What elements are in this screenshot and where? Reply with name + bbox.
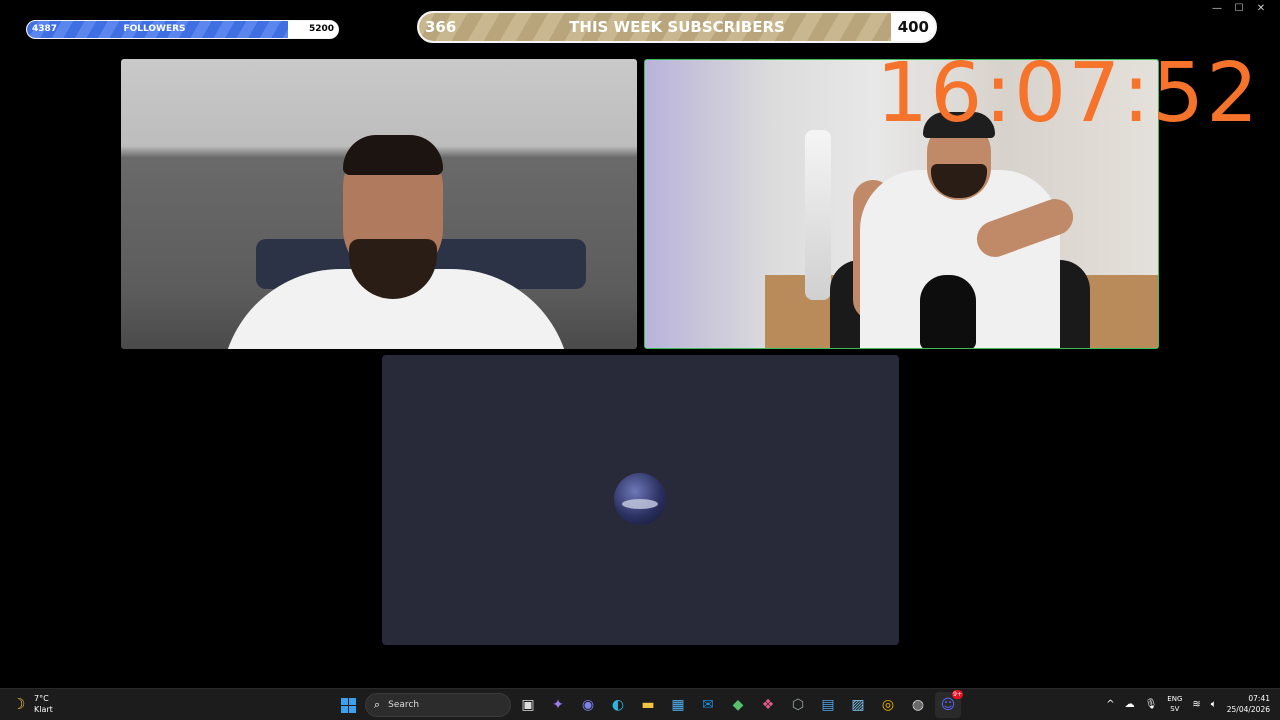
subscribers-goal-bar: THIS WEEK SUBSCRIBERS 366 400 bbox=[417, 11, 937, 43]
outlook-icon[interactable]: ✉ bbox=[695, 692, 721, 718]
gallery-icon[interactable]: ▨ bbox=[845, 692, 871, 718]
subscribers-goal: 400 bbox=[897, 18, 929, 36]
chrome-icon[interactable]: ◎ bbox=[875, 692, 901, 718]
photos-icon[interactable]: ▤ bbox=[815, 692, 841, 718]
chevron-up-icon[interactable]: ^ bbox=[1106, 699, 1114, 710]
edge-icon[interactable]: ◐ bbox=[605, 692, 631, 718]
avatar-orb-icon bbox=[614, 473, 666, 525]
wifi-icon[interactable]: ≋ bbox=[1192, 699, 1200, 710]
followers-goal: 5200 bbox=[308, 24, 334, 34]
stream-clock: 16:07:52 bbox=[876, 46, 1261, 141]
video-tile-bottom-camera-off[interactable] bbox=[382, 355, 899, 645]
m365-icon[interactable]: ❖ bbox=[755, 692, 781, 718]
discord-icon[interactable]: ☺ 9+ bbox=[935, 690, 963, 718]
teams-icon[interactable]: ◉ bbox=[575, 692, 601, 718]
participant-hair bbox=[343, 135, 443, 175]
store-icon[interactable]: ▦ bbox=[665, 692, 691, 718]
weather-widget[interactable]: ☽ 7°C Klart bbox=[12, 693, 53, 715]
cube-app-icon[interactable]: ⬡ bbox=[785, 692, 811, 718]
minimize-button[interactable]: — bbox=[1206, 2, 1228, 16]
language-indicator[interactable]: ENG SV bbox=[1167, 694, 1182, 714]
microphone-icon[interactable]: 🎙︎ bbox=[1145, 699, 1158, 710]
obs-icon[interactable]: ◍ bbox=[905, 692, 931, 718]
window-controls: — ☐ ✕ bbox=[1206, 2, 1272, 16]
vpn-shield-icon[interactable]: ◆ bbox=[725, 692, 751, 718]
task-view-icon[interactable]: ▣ bbox=[515, 692, 541, 718]
vacuum-cleaner bbox=[805, 130, 831, 300]
discord-badge: 9+ bbox=[952, 690, 963, 699]
language-bottom: SV bbox=[1170, 705, 1180, 713]
onedrive-cloud-icon[interactable]: ☁ bbox=[1125, 699, 1135, 710]
subscribers-label: THIS WEEK SUBSCRIBERS bbox=[569, 18, 785, 36]
start-button[interactable] bbox=[335, 692, 361, 718]
system-tray: ^ ☁ 🎙︎ ENG SV ≋ 🔈︎ 07:41 25/04/2026 bbox=[1106, 693, 1270, 715]
taskbar-apps: ⌕ Search ▣ ✦ ◉ ◐ ▬ ▦ ✉ ◆ ❖ ⬡ ▤ ▨ ◎ ◍ ☺ 9+ bbox=[335, 690, 963, 718]
windows-logo-icon bbox=[340, 697, 356, 713]
followers-label: FOLLOWERS bbox=[123, 24, 186, 34]
taskbar-date: 25/04/2026 bbox=[1226, 705, 1270, 714]
copilot-icon[interactable]: ✦ bbox=[545, 692, 571, 718]
moon-icon: ☽ bbox=[12, 695, 26, 713]
subscribers-current: 366 bbox=[425, 18, 457, 36]
search-box[interactable]: ⌕ Search bbox=[365, 693, 511, 717]
microphone bbox=[920, 275, 976, 348]
search-icon: ⌕ bbox=[374, 698, 381, 711]
search-placeholder: Search bbox=[388, 700, 420, 710]
file-explorer-icon[interactable]: ▬ bbox=[635, 692, 661, 718]
volume-icon[interactable]: 🔈︎ bbox=[1211, 699, 1217, 710]
video-tile-left[interactable] bbox=[121, 59, 637, 349]
taskbar-time: 07:41 bbox=[1248, 694, 1270, 703]
close-button[interactable]: ✕ bbox=[1250, 2, 1272, 16]
followers-goal-bar: 4387 FOLLOWERS 5200 bbox=[26, 20, 339, 39]
maximize-button[interactable]: ☐ bbox=[1228, 2, 1250, 16]
weather-desc: Klart bbox=[34, 705, 53, 714]
taskbar: ☽ 7°C Klart ⌕ Search ▣ ✦ ◉ ◐ ▬ ▦ ✉ ◆ ❖ ⬡ bbox=[0, 688, 1280, 720]
clock-date[interactable]: 07:41 25/04/2026 bbox=[1227, 693, 1270, 715]
weather-temp: 7°C bbox=[34, 694, 49, 703]
stream-screen: — ☐ ✕ 4387 FOLLOWERS 5200 THIS WEEK SUBS… bbox=[0, 0, 1280, 720]
language-top: ENG bbox=[1167, 695, 1183, 703]
